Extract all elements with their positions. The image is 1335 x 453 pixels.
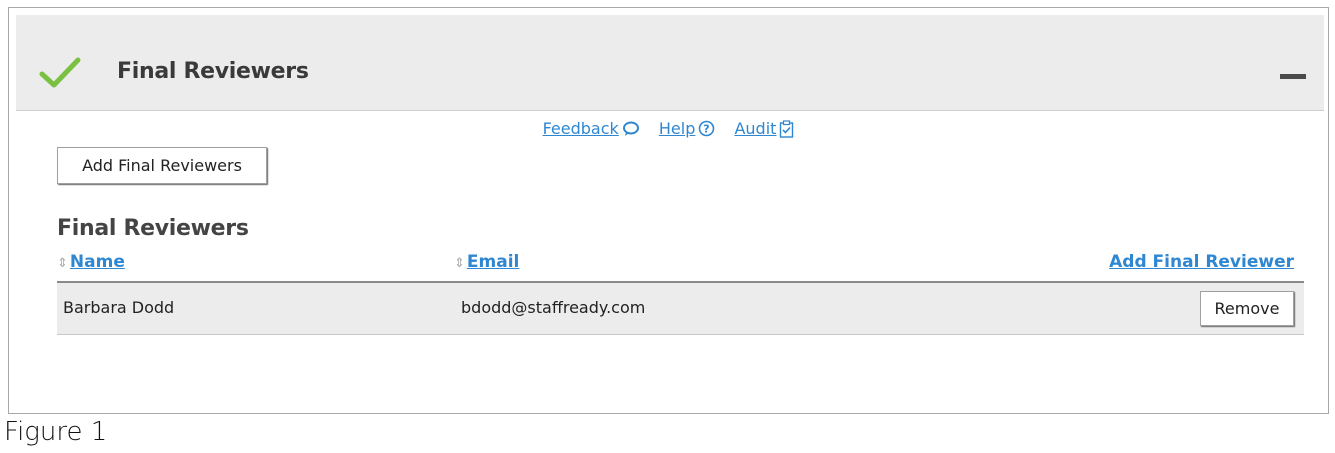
remove-button[interactable]: Remove — [1200, 291, 1294, 326]
name-header-label: Name — [69, 252, 125, 272]
reviewer-email: bdodd@staffready.com — [461, 298, 646, 317]
minus-icon[interactable] — [1280, 74, 1306, 79]
reviewer-name: Barbara Dodd — [63, 298, 175, 317]
panel-title: Final Reviewers — [117, 59, 309, 84]
sort-icon: ⇕ — [57, 256, 68, 271]
question-circle-icon: ? — [699, 120, 715, 137]
panel-header[interactable]: Final Reviewers — [16, 15, 1324, 111]
svg-text:?: ? — [704, 123, 710, 136]
section-title: Final Reviewers — [57, 216, 249, 241]
add-final-reviewers-button[interactable]: Add Final Reviewers — [57, 147, 267, 184]
check-icon — [39, 57, 81, 88]
table-row: Barbara Dodd bdodd@staffready.com Remove — [57, 283, 1304, 335]
name-column-header[interactable]: ⇕ Name — [57, 252, 125, 272]
help-links: Feedback Help ? Audit — [9, 119, 1328, 138]
audit-link[interactable]: Audit — [734, 119, 794, 138]
help-link[interactable]: Help ? — [659, 119, 715, 138]
add-final-reviewer-link[interactable]: Add Final Reviewer — [1109, 252, 1294, 272]
speech-bubble-icon — [622, 121, 639, 136]
final-reviewers-panel: Final Reviewers Feedback Help ? Audit Ad… — [8, 7, 1329, 414]
figure-caption: Figure 1 — [4, 417, 108, 447]
help-label: Help — [658, 119, 696, 138]
sort-icon: ⇕ — [454, 256, 465, 271]
feedback-link[interactable]: Feedback — [543, 119, 640, 138]
audit-label: Audit — [734, 119, 777, 138]
email-column-header[interactable]: ⇕ Email — [454, 252, 519, 272]
email-header-label: Email — [466, 252, 520, 272]
clipboard-check-icon — [780, 119, 794, 138]
feedback-label: Feedback — [542, 119, 619, 138]
